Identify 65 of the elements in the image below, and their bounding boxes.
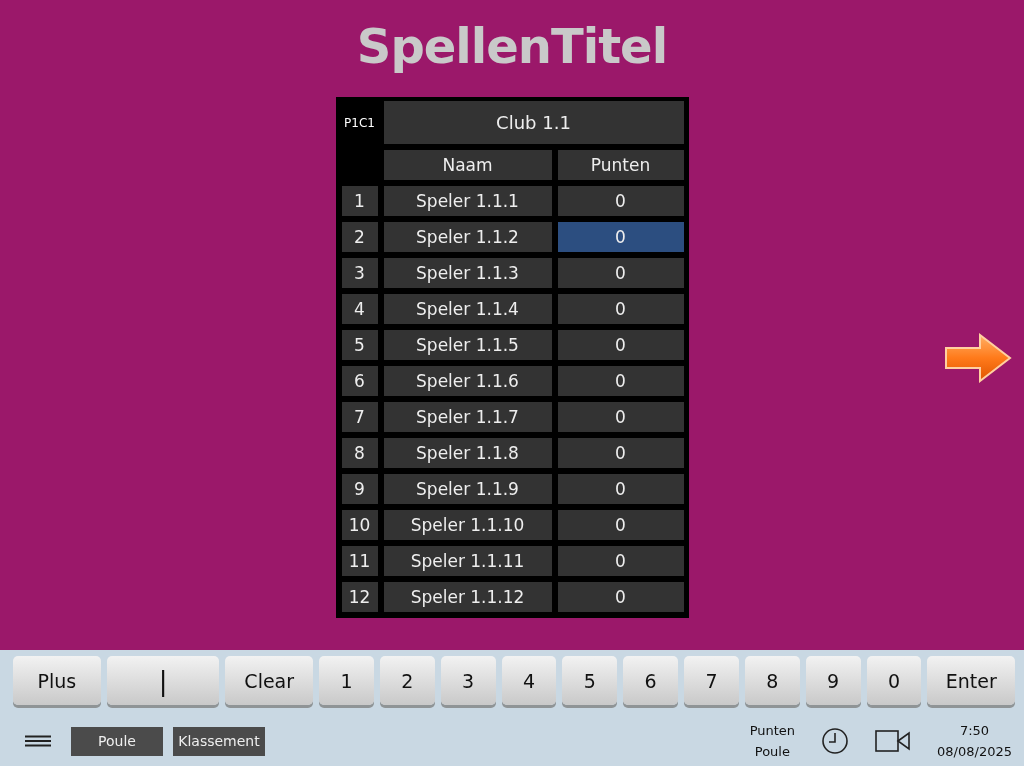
clock-icon[interactable] (821, 727, 850, 755)
player-name-cell: Speler 1.1.9 (383, 474, 552, 504)
digit-key[interactable]: 0 (866, 656, 922, 705)
player-name-cell: Speler 1.1.5 (383, 330, 552, 360)
mode-label: Poule (754, 744, 790, 759)
row-number: 8 (341, 438, 378, 468)
row-number: 9 (341, 474, 378, 504)
row-number: 11 (341, 546, 378, 576)
row-number: 2 (341, 222, 378, 252)
mode-label: Punten (749, 723, 796, 738)
digit-key[interactable]: 2 (379, 656, 435, 705)
digit-key[interactable]: 1 (319, 656, 374, 705)
player-name-cell: Speler 1.1.4 (383, 294, 552, 324)
clock-time: 7:50 (959, 723, 990, 738)
digit-key[interactable]: 8 (744, 656, 800, 705)
row-number: 1 (341, 186, 378, 216)
points-cell[interactable]: 0 (557, 258, 684, 288)
column-header: Naam (383, 150, 552, 180)
menu-icon[interactable] (25, 735, 51, 747)
column-header: Punten (557, 150, 684, 180)
game-title: SpellenTitel (356, 17, 668, 76)
digit-key[interactable]: 5 (562, 656, 618, 705)
entry-field[interactable]: | (106, 656, 220, 705)
points-cell[interactable]: 0 (557, 402, 684, 432)
points-cell[interactable]: 0 (557, 294, 684, 324)
player-name-cell: Speler 1.1.7 (383, 402, 552, 432)
next-arrow-icon[interactable] (944, 332, 1012, 383)
points-cell[interactable]: 0 (557, 222, 684, 252)
points-cell[interactable]: 0 (557, 582, 684, 612)
row-number: 12 (341, 582, 378, 612)
points-cell[interactable]: 0 (557, 438, 684, 468)
digit-key[interactable]: 3 (440, 656, 496, 705)
view-tab[interactable]: Poule (71, 726, 163, 756)
player-name-cell: Speler 1.1.6 (383, 366, 552, 396)
points-cell[interactable]: 0 (557, 186, 684, 216)
player-name-cell: Speler 1.1.11 (383, 546, 552, 576)
keypad-key[interactable]: Clear (225, 656, 314, 705)
row-number: 7 (341, 402, 378, 432)
player-name-cell: Speler 1.1.2 (383, 222, 552, 252)
row-number: 6 (341, 366, 378, 396)
row-number: 5 (341, 330, 378, 360)
points-cell[interactable]: 0 (557, 330, 684, 360)
player-name-cell: Speler 1.1.8 (383, 438, 552, 468)
player-name-cell: Speler 1.1.12 (383, 582, 552, 612)
row-number: 3 (341, 258, 378, 288)
points-cell[interactable]: 0 (557, 510, 684, 540)
row-number: 10 (341, 510, 378, 540)
keypad-key[interactable]: Plus (13, 656, 101, 705)
digit-key[interactable]: 7 (684, 656, 739, 705)
player-name-cell: Speler 1.1.10 (383, 510, 552, 540)
digit-key[interactable]: 9 (805, 656, 861, 705)
player-name-cell: Speler 1.1.1 (383, 186, 552, 216)
player-name-cell: Speler 1.1.3 (383, 258, 552, 288)
club-header: Club 1.1 (383, 101, 684, 144)
date-label: 08/08/2025 (937, 744, 1012, 759)
points-cell[interactable]: 0 (557, 474, 684, 504)
row-number: 4 (341, 294, 378, 324)
video-camera-icon[interactable] (875, 729, 912, 753)
digit-key[interactable]: 4 (501, 656, 557, 705)
keypad-key[interactable]: Enter (927, 656, 1016, 705)
points-cell[interactable]: 0 (557, 366, 684, 396)
digit-key[interactable]: 6 (623, 656, 679, 705)
view-tab[interactable]: Klassement (173, 726, 265, 756)
points-cell[interactable]: 0 (557, 546, 684, 576)
group-code: P1C1 (343, 114, 376, 132)
